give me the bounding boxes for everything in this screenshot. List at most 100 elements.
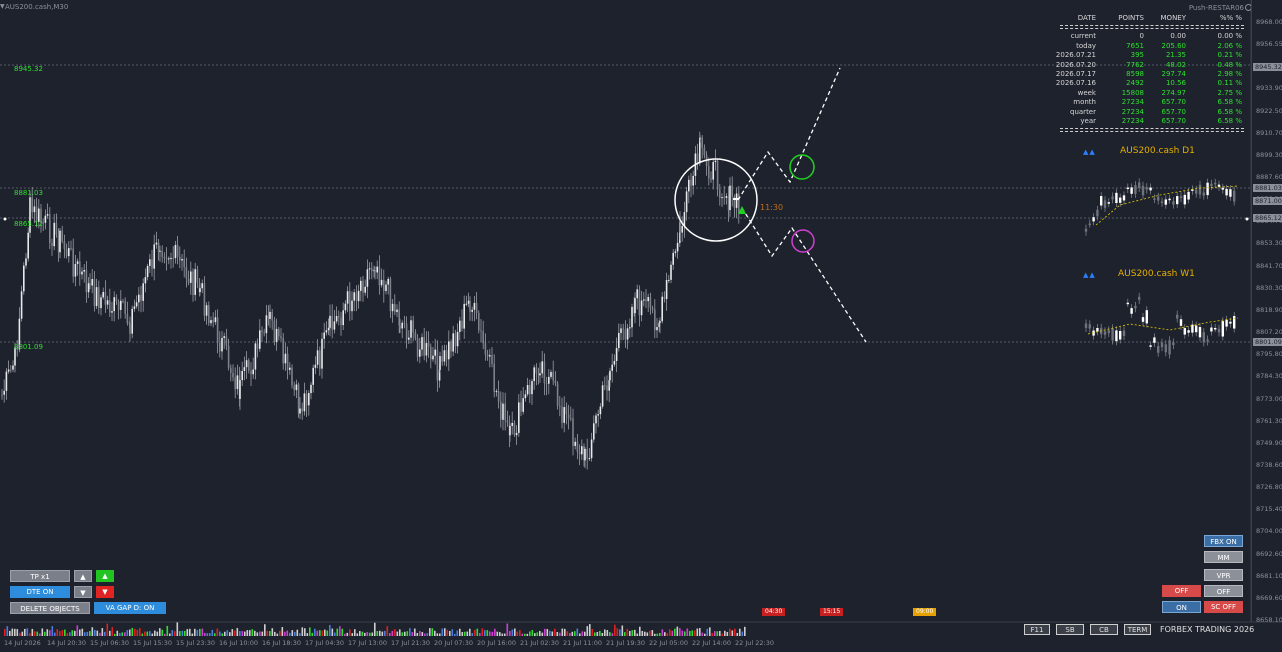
volume-bar — [676, 626, 679, 636]
price-axis[interactable]: 8968.00 8956.55 8945.32 8933.90 8922.50 8910.… — [1251, 0, 1282, 624]
candle-body — [465, 303, 468, 305]
volume-bar — [689, 630, 691, 636]
price-tick-label: 8933.90 — [1256, 84, 1282, 93]
stats-row: 2026.07.21 395 21.35 0.21 % — [1056, 51, 1246, 60]
volume-bar — [494, 628, 496, 636]
candle-body — [425, 343, 428, 356]
stats-money: 10.56 — [1165, 79, 1186, 88]
volume-bar — [696, 628, 699, 636]
off-red-button[interactable]: OFF — [1162, 585, 1201, 597]
off-toggle-button[interactable]: OFF — [1204, 585, 1243, 597]
candle-body — [584, 448, 586, 461]
volume-bar — [371, 632, 374, 636]
stats-date: today — [1076, 41, 1096, 50]
volume-bar — [274, 631, 276, 636]
stats-row: month 27234 657.70 6.58 % — [1058, 98, 1246, 107]
chart-window: ▼ AUS200.cash,M30 Push-RESTAR06 8968.00 8… — [0, 0, 1282, 652]
move-up-button[interactable]: ▲ — [74, 570, 92, 582]
volume-bar — [364, 632, 366, 636]
price-tick-label: 8726.80 — [1256, 483, 1282, 492]
volume-bar — [614, 624, 616, 636]
move-down-button[interactable]: ▼ — [74, 586, 92, 598]
mini-chart-w1-title: AUS200.cash W1 — [1118, 269, 1195, 279]
mini-candle-body — [1160, 201, 1164, 203]
candle-body — [509, 425, 511, 436]
candle-body — [51, 242, 53, 247]
candle-body — [183, 258, 185, 268]
va-gap-toggle-button[interactable]: VA GAP D: ON — [94, 602, 166, 614]
price-tick-label: 8795.80 — [1256, 350, 1282, 359]
tp-multiplier-button[interactable]: TP x1 — [10, 570, 70, 582]
time-tick-label: 17 Jul 04:30 — [305, 639, 344, 647]
candle-body — [120, 300, 122, 310]
price-tick-label: 8853.30 — [1256, 239, 1282, 248]
on-toggle-button[interactable]: ON — [1162, 601, 1201, 613]
volume-bar — [171, 630, 174, 636]
candle-body — [473, 302, 476, 310]
volume-bar — [471, 633, 474, 636]
candle-body — [454, 333, 457, 347]
price-tick-label: 8968.00 — [1256, 18, 1282, 26]
candle-body — [659, 321, 661, 323]
candle-body — [688, 179, 690, 192]
stats-pct: 0.00 % — [1217, 32, 1242, 41]
candle-body — [651, 307, 654, 310]
mini-candle-body — [1130, 187, 1133, 194]
stats-points: 8598 — [1126, 69, 1144, 78]
delete-objects-button[interactable]: DELETE OBJECTS — [10, 602, 90, 614]
candle-body — [439, 356, 441, 370]
volume-bar — [516, 631, 519, 636]
cb-button[interactable]: CB — [1090, 624, 1118, 635]
volume-bar — [336, 628, 339, 636]
volume-bar — [671, 630, 674, 636]
candle-body — [142, 283, 144, 301]
time-tick-label: 21 Jul 11:00 — [563, 639, 602, 647]
candle-body — [489, 355, 491, 357]
candle-body — [699, 137, 701, 139]
candle-body — [396, 309, 398, 313]
volume-bar — [731, 630, 734, 636]
stats-date: current — [1070, 32, 1096, 41]
candle-body — [61, 230, 63, 242]
volume-bar — [674, 628, 676, 636]
mini-candle-body — [1187, 330, 1190, 333]
volume-bar — [544, 628, 546, 636]
f11-button[interactable]: F11 — [1024, 624, 1050, 635]
stats-points: 7651 — [1126, 41, 1144, 50]
volume-bar — [514, 628, 516, 636]
volume-bar — [439, 633, 441, 636]
stats-money: 274.97 — [1161, 88, 1187, 97]
mm-button[interactable]: MM — [1204, 551, 1243, 563]
sc-off-button[interactable]: SC OFF — [1204, 601, 1243, 613]
col-pct-header: %% % — [1219, 14, 1242, 22]
candle-body — [486, 354, 489, 357]
stats-row: 2026.07.17 8598 297.74 2.98 % — [1056, 69, 1246, 79]
mini-candle-body — [1187, 191, 1190, 200]
mini-candle-body — [1157, 345, 1160, 353]
candle-body — [615, 348, 618, 361]
term-button[interactable]: TERM — [1124, 624, 1151, 635]
volume-bar — [359, 631, 361, 636]
volume-bar — [611, 633, 614, 636]
candle-body — [81, 271, 83, 275]
volume-bar — [481, 628, 484, 636]
dte-toggle-button[interactable]: DTE ON — [10, 586, 70, 598]
candle-body — [578, 451, 581, 455]
sb-button[interactable]: SB — [1056, 624, 1084, 635]
mini-candle-body — [1088, 324, 1091, 329]
mini-candle-body — [1092, 217, 1095, 222]
fbx-toggle-button[interactable]: FBX ON — [1204, 535, 1243, 547]
time-axis[interactable]: 14 Jul 2026 14 Jul 20:30 15 Jul 06:30 15 Ju… — [0, 638, 1251, 650]
candle-body — [111, 311, 113, 313]
candle-body — [10, 369, 12, 371]
price-marker-label: 8945.32 — [1253, 63, 1282, 71]
buy-arrow-button[interactable]: ▲ — [96, 570, 114, 582]
candle-body — [626, 328, 629, 340]
vpr-button[interactable]: VPR — [1204, 569, 1243, 581]
volume-bar — [234, 630, 236, 636]
mini-candle-body — [1198, 327, 1202, 338]
mini-candle-body — [1221, 187, 1224, 190]
mini-candle-body — [1217, 184, 1221, 187]
volume-bar — [434, 630, 436, 636]
sell-arrow-button[interactable]: ▼ — [96, 586, 114, 598]
